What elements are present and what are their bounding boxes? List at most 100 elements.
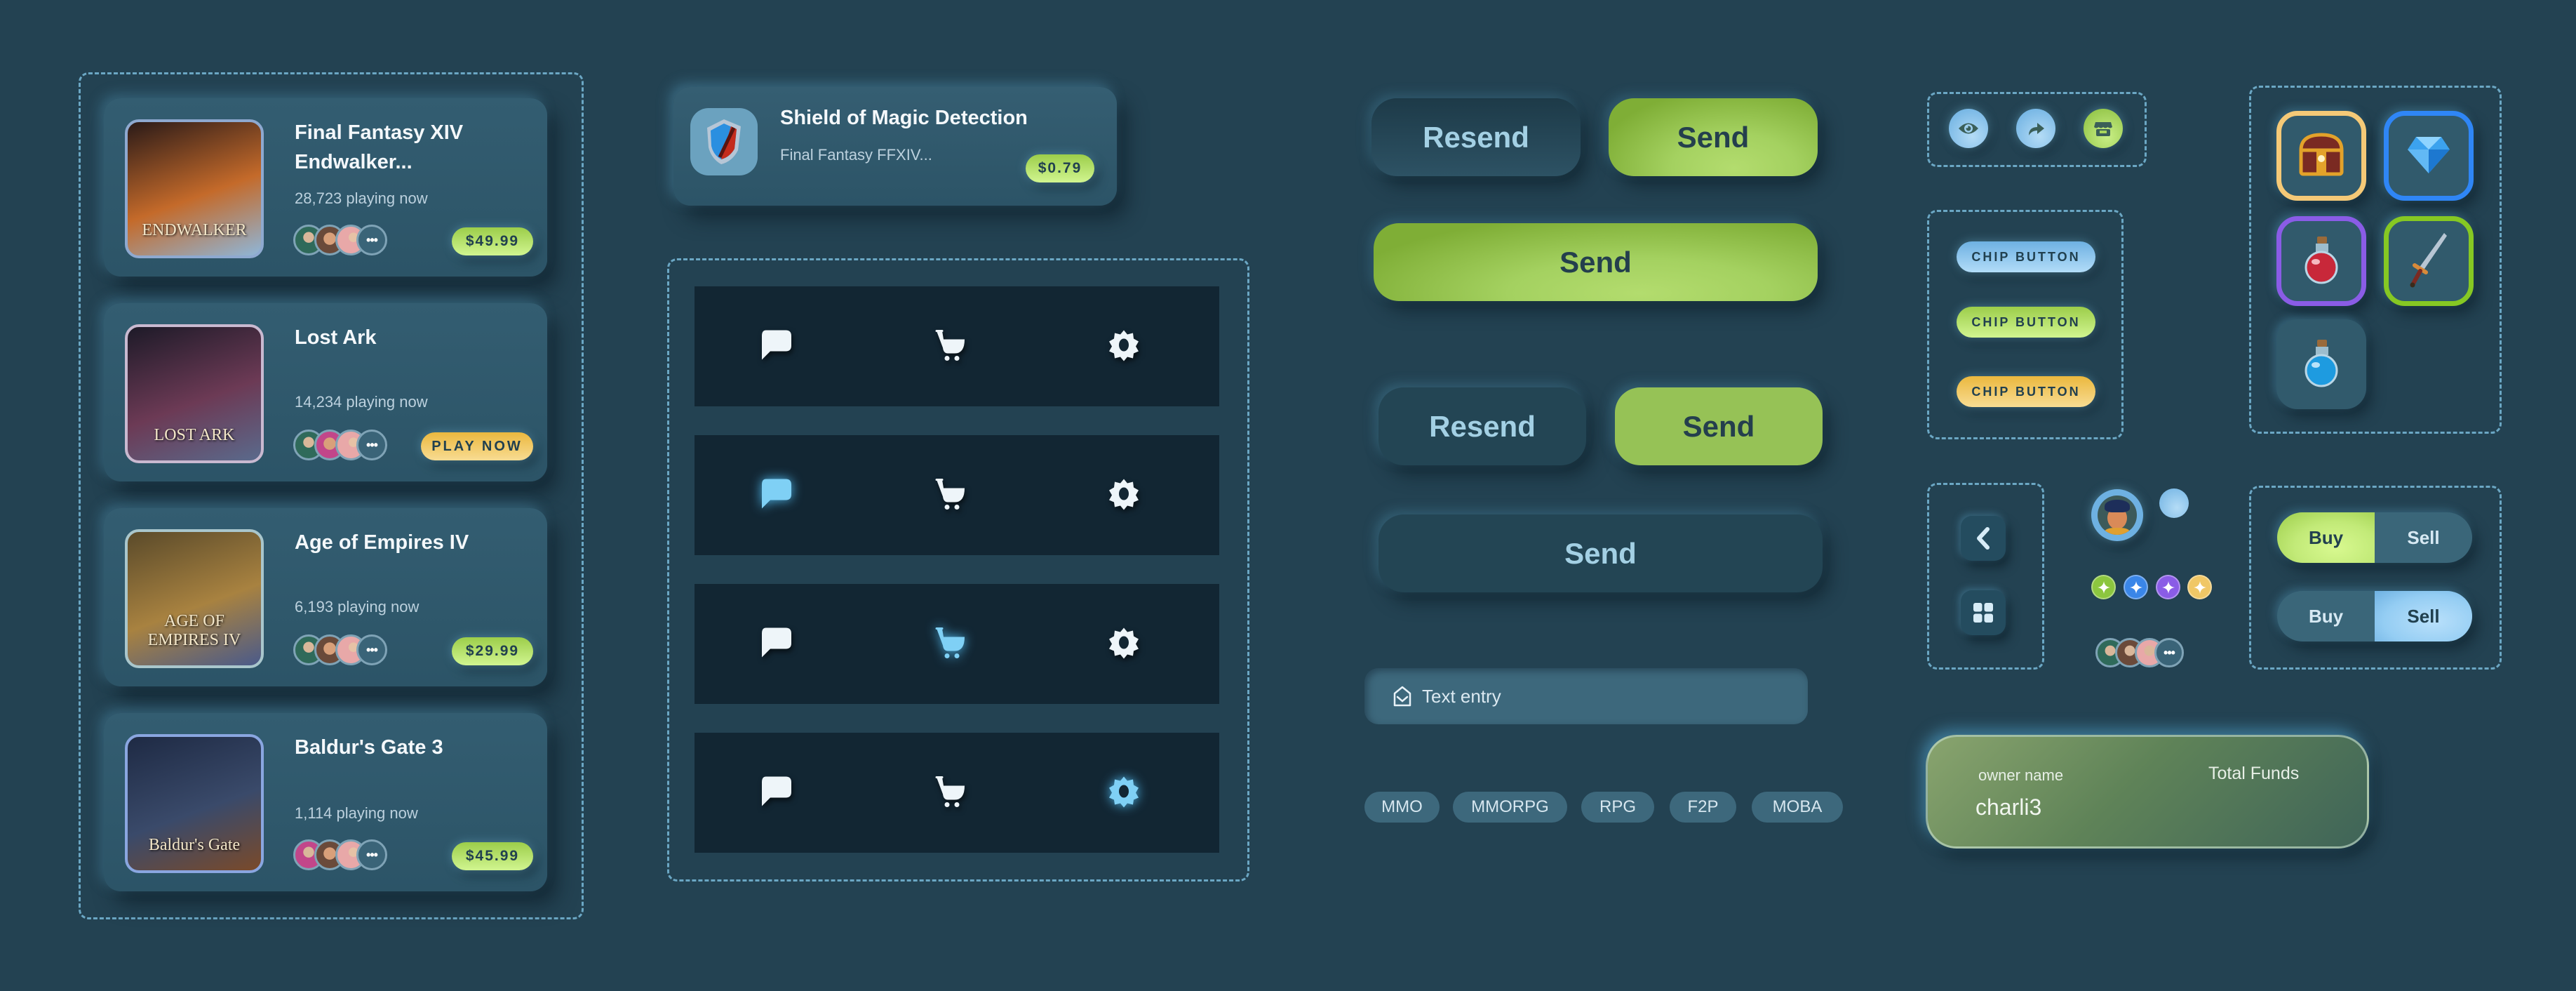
owner-card: owner name charli3 Total Funds (1926, 735, 2369, 849)
more-avatars-icon[interactable]: ••• (356, 634, 387, 665)
genre-tag[interactable]: MMO (1364, 792, 1440, 823)
sparkle-icon (2193, 580, 2206, 594)
game-title: Lost Ark (295, 326, 377, 349)
sell-segment[interactable]: Sell (2375, 512, 2472, 563)
sparkle-icon (2161, 580, 2175, 594)
more-avatars-icon[interactable]: ••• (2154, 638, 2184, 667)
total-funds-label: Total Funds (2208, 764, 2300, 783)
send-flat-button[interactable]: Send (1615, 387, 1823, 465)
shield-icon (707, 119, 741, 164)
friends-avatar-group[interactable]: ••• (2095, 638, 2184, 667)
settings-icon[interactable] (1108, 477, 1140, 513)
send-wide-dark-button[interactable]: Send (1378, 514, 1823, 592)
item-title: Shield of Magic Detection (780, 107, 1028, 129)
grid-button[interactable] (1961, 590, 2006, 635)
inventory-slot-red-potion[interactable] (2276, 216, 2366, 306)
resend-button[interactable]: Resend (1371, 98, 1581, 176)
more-avatars-icon[interactable]: ••• (356, 430, 387, 460)
sparkle-badge (2156, 575, 2180, 599)
settings-icon[interactable] (1108, 626, 1140, 662)
inventory-slot-blue-potion[interactable] (2276, 319, 2366, 409)
small-nav-container (1927, 483, 2044, 670)
chat-icon[interactable] (759, 328, 793, 364)
treasure-chest-icon (2297, 132, 2346, 180)
sword-icon (2408, 232, 2450, 291)
send-button[interactable]: Send (1609, 98, 1818, 176)
inventory-slot-treasure-chest[interactable] (2276, 111, 2366, 201)
genre-tag[interactable]: F2P (1670, 792, 1736, 823)
game-thumbnail: AGE OF EMPIRES IV (125, 529, 264, 668)
nav-bar (695, 584, 1219, 704)
sell-segment[interactable]: Sell (2375, 591, 2472, 641)
game-thumbnail: Baldur's Gate (125, 734, 264, 873)
game-thumbnail: LOST ARK (125, 324, 264, 463)
chat-icon[interactable] (759, 477, 793, 513)
cart-icon[interactable] (934, 774, 967, 811)
game-thumbnail: ENDWALKER (125, 119, 264, 258)
players-count: 6,193 playing now (295, 598, 420, 616)
friends-avatar-group[interactable]: ••• (293, 634, 387, 665)
settings-icon[interactable] (1108, 775, 1140, 811)
price-button[interactable]: $29.99 (452, 637, 533, 665)
inventory-slot-diamond[interactable] (2384, 111, 2474, 201)
trade-toggle-buy-selected[interactable]: Buy Sell (2277, 512, 2472, 563)
nav-bar (695, 286, 1219, 406)
view-button[interactable] (1949, 109, 1988, 148)
more-avatars-icon[interactable]: ••• (356, 839, 387, 870)
sparkle-icon (2129, 580, 2142, 594)
sparkle-badge (2124, 575, 2148, 599)
store-button[interactable] (2084, 109, 2123, 148)
text-entry-input[interactable] (1422, 685, 1773, 707)
game-card[interactable]: Baldur's Gate Baldur's Gate 3 1,114 play… (104, 713, 547, 891)
cart-icon[interactable] (934, 328, 967, 365)
item-subtitle: Final Fantasy FFXIV... (780, 146, 932, 164)
genre-tag[interactable]: MMORPG (1453, 792, 1567, 823)
send-wide-button[interactable]: Send (1374, 223, 1818, 301)
chat-icon[interactable] (759, 775, 793, 811)
inventory-slot-sword[interactable] (2384, 216, 2474, 306)
more-avatars-icon[interactable]: ••• (356, 225, 387, 255)
buy-segment[interactable]: Buy (2277, 591, 2375, 641)
profile-avatar[interactable] (2091, 489, 2143, 541)
chip-button-green[interactable]: CHIP BUTTON (1957, 307, 2095, 338)
price-button[interactable]: $49.99 (452, 227, 533, 255)
avatar-portrait (2098, 496, 2137, 535)
friends-avatar-group[interactable]: ••• (293, 839, 387, 870)
item-price-button[interactable]: $0.79 (1026, 154, 1094, 182)
back-button[interactable] (1961, 516, 2006, 561)
cart-icon[interactable] (934, 477, 967, 514)
chat-icon[interactable] (759, 626, 793, 662)
text-entry-field[interactable] (1364, 668, 1808, 724)
buy-segment[interactable]: Buy (2277, 512, 2375, 563)
price-button[interactable]: $45.99 (452, 842, 533, 870)
mail-open-icon (1393, 686, 1411, 707)
nav-bar (695, 733, 1219, 853)
friends-avatar-group[interactable]: ••• (293, 225, 387, 255)
shield-thumbnail (690, 108, 758, 175)
grid-icon (1973, 603, 1993, 623)
play-now-button[interactable]: PLAY NOW (421, 432, 533, 460)
game-card[interactable]: AGE OF EMPIRES IV Age of Empires IV 6,19… (104, 508, 547, 686)
resend-flat-button[interactable]: Resend (1378, 387, 1586, 465)
thumbnail-caption: Baldur's Gate (148, 836, 241, 854)
diamond-icon (2406, 134, 2451, 178)
chip-button-blue[interactable]: CHIP BUTTON (1957, 241, 2095, 272)
players-count: 28,723 playing now (295, 189, 428, 207)
game-card[interactable]: ENDWALKER Final Fantasy XIV Endwalker...… (104, 98, 547, 277)
genre-tag[interactable]: RPG (1581, 792, 1654, 823)
game-card[interactable]: LOST ARK Lost Ark 14,234 playing now •••… (104, 303, 547, 481)
thumbnail-caption: AGE OF EMPIRES IV (147, 612, 241, 649)
friends-avatar-group[interactable]: ••• (293, 430, 387, 460)
owner-name-value: charli3 (1975, 794, 2042, 820)
genre-tag[interactable]: MOBA (1752, 792, 1843, 823)
share-button[interactable] (2016, 109, 2055, 148)
owner-name-label: owner name (1978, 766, 2064, 784)
settings-icon[interactable] (1108, 328, 1140, 364)
item-card[interactable]: Shield of Magic Detection Final Fantasy … (673, 87, 1117, 206)
trade-toggle-sell-selected[interactable]: Buy Sell (2277, 591, 2472, 641)
chip-button-yellow[interactable]: CHIP BUTTON (1957, 376, 2095, 407)
cart-icon[interactable] (934, 625, 967, 663)
chevron-left-icon (1977, 527, 1990, 550)
share-icon (2029, 123, 2044, 135)
sparkle-icon (2097, 580, 2110, 594)
